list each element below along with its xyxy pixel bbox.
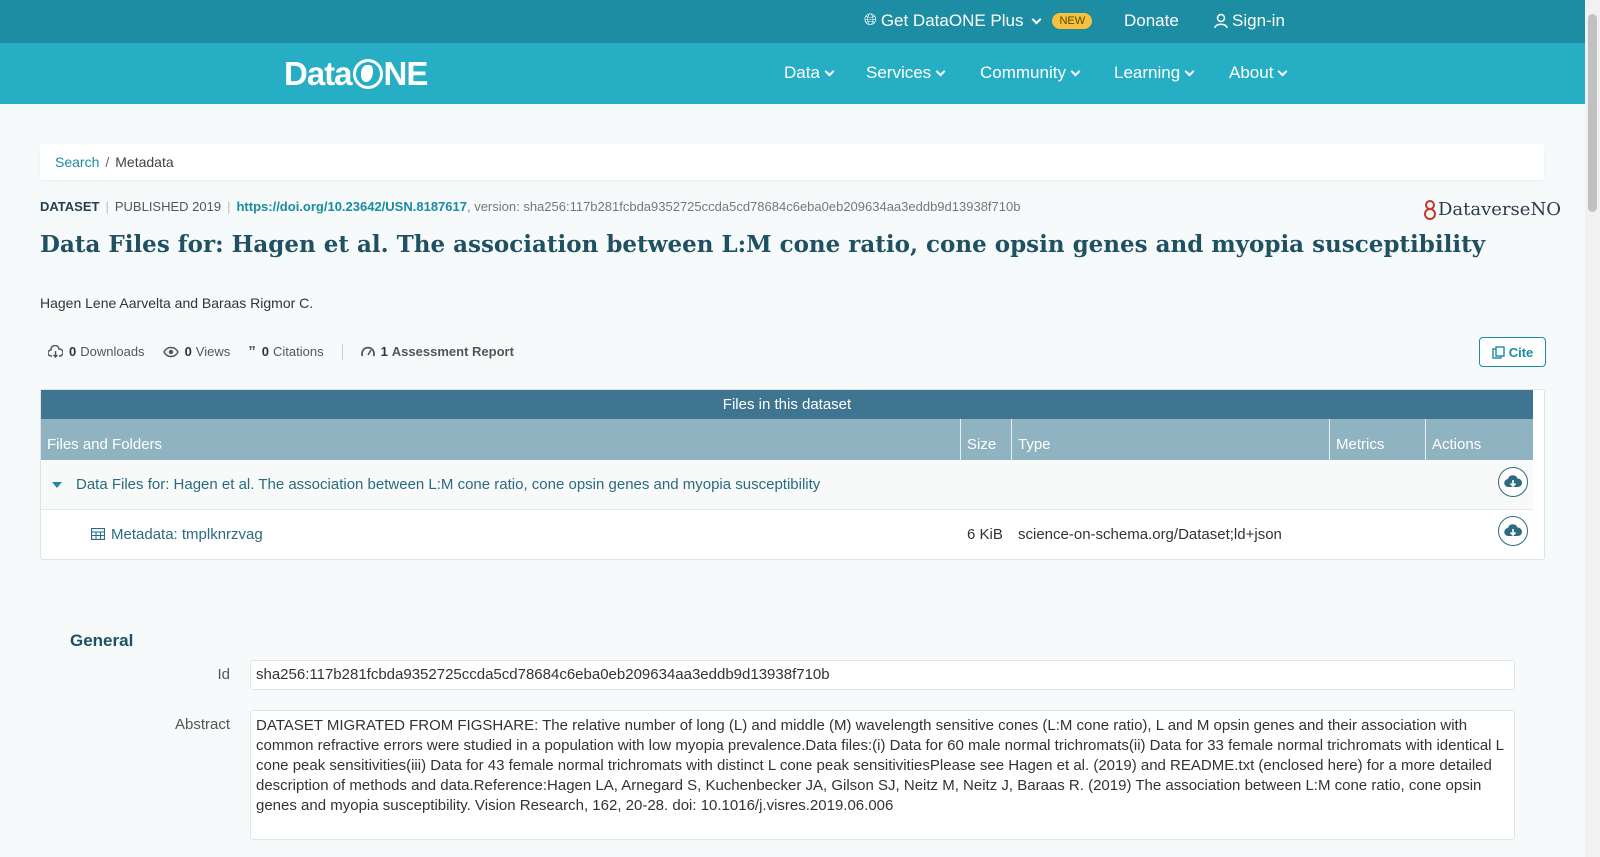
downloads-count: 0: [69, 344, 77, 359]
nav-about-label: About: [1229, 63, 1274, 82]
views-metric[interactable]: 0 Views: [162, 344, 231, 359]
cloud-download-icon: [48, 345, 63, 358]
download-file-button[interactable]: [1498, 516, 1528, 546]
get-dataone-plus-menu[interactable]: 🌐︎ Get DataONE Plus NEW: [864, 11, 1093, 31]
citations-label: Citations: [272, 344, 324, 359]
nav-services[interactable]: Services: [866, 63, 946, 83]
repository-name: DataverseNO: [1438, 199, 1561, 220]
logo-text-data: Data: [284, 55, 353, 92]
eye-icon: [162, 346, 179, 357]
cloud-download-icon: [1504, 524, 1522, 537]
logo-text-ne: NE: [383, 55, 429, 92]
get-dataone-plus-label: Get DataONE Plus: [880, 11, 1024, 30]
dataverse-icon: [1424, 199, 1436, 220]
breadcrumb-current: Metadata: [115, 154, 174, 170]
views-count: 0: [184, 344, 192, 359]
meta-divider: |: [105, 199, 109, 214]
nav-data[interactable]: Data: [784, 63, 835, 83]
abstract-label: Abstract: [174, 716, 230, 733]
assessment-report-metric[interactable]: 1 Assessment Report: [360, 344, 514, 359]
id-value: sha256:117b281fcbda9352725ccda5cd78684c6…: [250, 660, 1515, 690]
dataone-logo[interactable]: Data NE: [284, 55, 429, 93]
download-folder-button[interactable]: [1498, 467, 1528, 497]
repository-logo[interactable]: DataverseNO: [1424, 199, 1561, 220]
citations-metric[interactable]: ” 0 Citations: [248, 343, 323, 360]
views-label: Views: [195, 344, 231, 359]
metrics-bar: 0 Downloads 0 Views ” 0 Citations 1 Assessme…: [48, 343, 532, 360]
assessment-count: 1: [380, 344, 388, 359]
column-type: Type: [1012, 419, 1330, 460]
column-actions: Actions: [1432, 436, 1482, 453]
file-name[interactable]: Metadata: tmplknrzvag: [111, 526, 263, 543]
gauge-icon: [360, 346, 375, 356]
folder-name[interactable]: Data Files for: Hagen et al. The associa…: [76, 476, 820, 493]
breadcrumb-separator: /: [105, 154, 110, 170]
chevron-down-icon: [1070, 66, 1081, 76]
sign-in-label: Sign-in: [1232, 11, 1285, 30]
dataset-meta-line: DATASET | PUBLISHED 2019 | https://doi.org/1…: [40, 199, 1020, 214]
donate-link[interactable]: Donate: [1124, 11, 1179, 31]
id-label: Id: [217, 666, 230, 683]
column-files-and-folders: Files and Folders: [41, 419, 961, 460]
chevron-down-icon: [824, 66, 835, 76]
column-size: Size: [961, 419, 1012, 460]
cloud-download-icon: [1504, 475, 1522, 488]
downloads-metric[interactable]: 0 Downloads: [48, 344, 145, 359]
nav-data-label: Data: [784, 63, 820, 82]
new-badge: NEW: [1052, 13, 1093, 29]
logo-globe-icon: [352, 59, 383, 89]
quote-icon: ”: [248, 343, 256, 360]
dataset-authors: Hagen Lene Aarvelta and Baraas Rigmor C.: [40, 295, 314, 311]
nav-learning[interactable]: Learning: [1114, 63, 1195, 83]
meta-divider: |: [227, 199, 231, 214]
doi-link[interactable]: https://doi.org/10.23642/USN.8187617: [236, 199, 466, 214]
citations-count: 0: [261, 344, 269, 359]
column-metrics: Metrics: [1330, 419, 1426, 460]
copy-icon: [1492, 345, 1505, 359]
published-label: PUBLISHED 2019: [114, 199, 222, 214]
nav-community-label: Community: [980, 63, 1066, 82]
files-table-columns: Files and Folders Size Type Metrics Acti…: [41, 419, 1533, 460]
nav-about[interactable]: About: [1229, 63, 1288, 83]
table-icon: [91, 528, 105, 540]
breadcrumb: Search / Metadata: [40, 144, 1544, 180]
chevron-down-icon: [1184, 66, 1195, 76]
table-row: Data Files for: Hagen et al. The associa…: [41, 460, 1533, 510]
files-table: Files in this dataset Files and Folders …: [40, 389, 1545, 560]
abstract-value: DATASET MIGRATED FROM FIGSHARE: The rela…: [250, 710, 1515, 840]
sign-in-link[interactable]: Sign-in: [1214, 11, 1285, 31]
nav-services-label: Services: [866, 63, 932, 82]
file-type: science-on-schema.org/Dataset;ld+json: [1018, 526, 1282, 543]
file-size: 6 KiB: [967, 526, 1003, 543]
cite-button[interactable]: Cite: [1479, 337, 1546, 367]
general-section-heading: General: [70, 631, 134, 650]
main-navbar: Data NE Data Services Community Learning…: [0, 43, 1585, 104]
downloads-label: Downloads: [80, 344, 145, 359]
version-text: , version: sha256:117b281fcbda9352725ccd…: [466, 199, 1021, 214]
dataset-type-label: DATASET: [40, 199, 100, 214]
user-icon: [1214, 13, 1228, 29]
nav-community[interactable]: Community: [980, 63, 1081, 83]
collapse-caret-icon[interactable]: [52, 482, 62, 488]
files-table-heading: Files in this dataset: [41, 390, 1533, 419]
assessment-label: Assessment Report: [391, 344, 514, 359]
nav-learning-label: Learning: [1114, 63, 1181, 82]
cite-label: Cite: [1508, 344, 1534, 360]
table-row: Metadata: tmplknrzvag 6 KiB science-on-s…: [41, 510, 1533, 560]
chevron-down-icon: [935, 66, 946, 76]
globe-icon: 🌐︎: [864, 12, 877, 29]
metrics-divider: [341, 343, 343, 360]
page-scrollbar[interactable]: [1585, 0, 1600, 857]
breadcrumb-search-link[interactable]: Search: [55, 154, 99, 170]
page-title: Data Files for: Hagen et al. The associa…: [40, 231, 1486, 258]
scrollbar-thumb[interactable]: [1588, 14, 1597, 212]
chevron-down-icon: [1032, 14, 1042, 24]
chevron-down-icon: [1277, 66, 1288, 76]
top-utility-bar: 🌐︎ Get DataONE Plus NEW Donate Sign-in: [0, 0, 1585, 43]
